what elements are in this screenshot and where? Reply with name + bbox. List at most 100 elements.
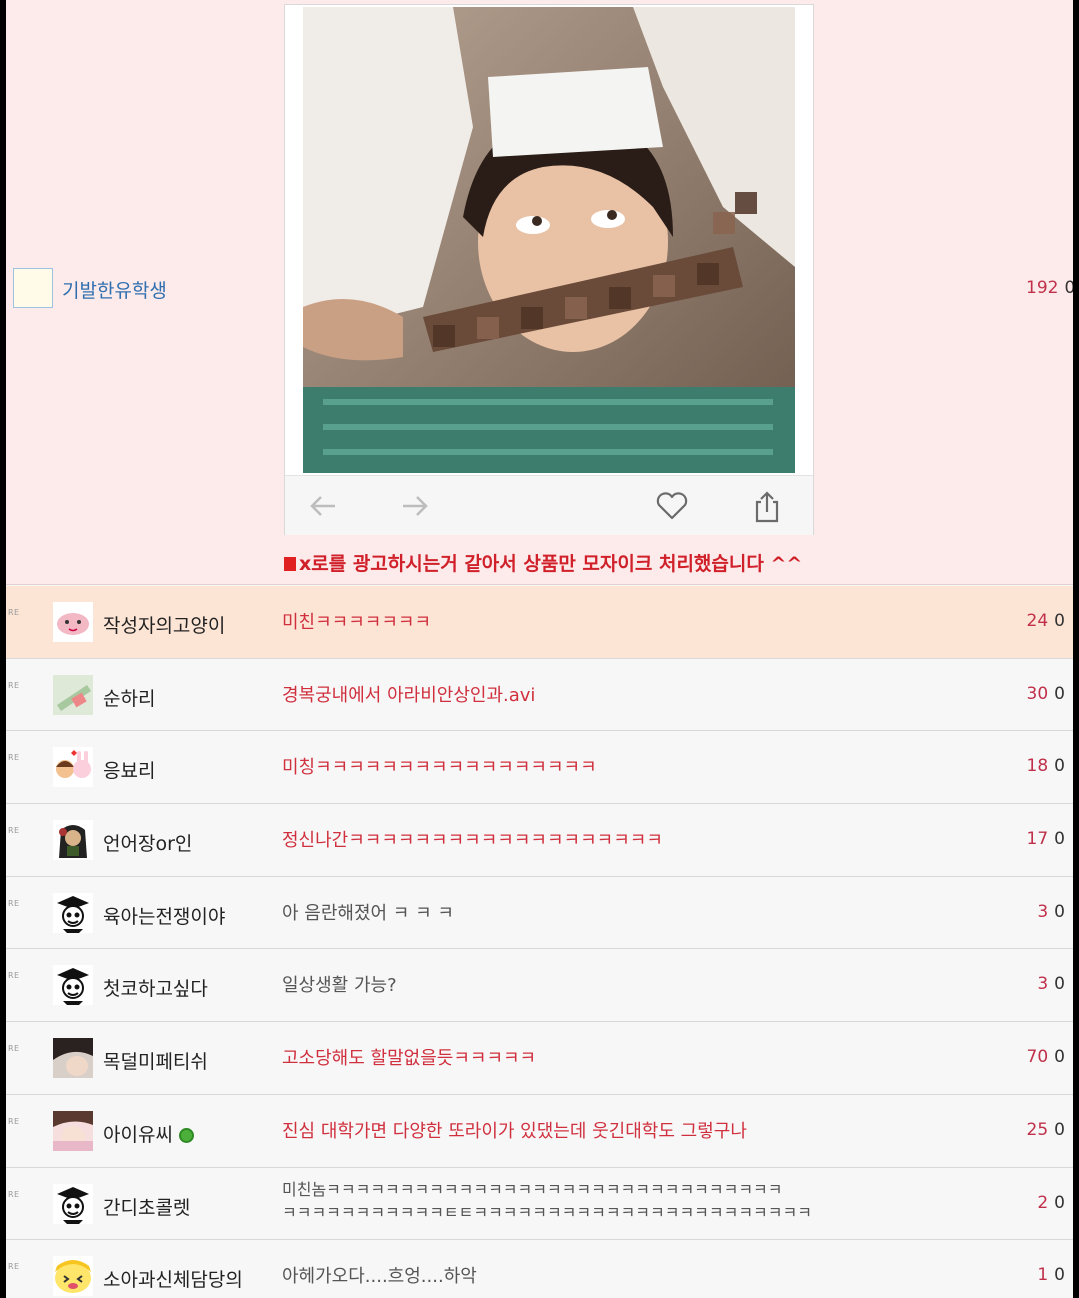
comment-row[interactable]: RE 순하리 경복궁내에서 아라비안상인과.avi 30 0 bbox=[6, 658, 1073, 732]
comment-text: 일상생활 가능? bbox=[282, 975, 397, 997]
comment-text-line: ㅋㅋㅋㅋㅋㅋㅋㅋㅋㅋㅋㅌㅌㅋㅋㅋㅋㅋㅋㅋㅋㅋㅋㅋㅋㅋㅋㅋㅋㅋㅋㅋㅋㅋㅋㅋ bbox=[282, 1202, 812, 1222]
cat-avatar-icon[interactable] bbox=[53, 602, 93, 642]
comment-text: 정신나간ㅋㅋㅋㅋㅋㅋㅋㅋㅋㅋㅋㅋㅋㅋㅋㅋㅋㅋㅋ bbox=[282, 830, 663, 852]
comment-author[interactable]: 간디초콜렛 bbox=[103, 1193, 190, 1220]
comment-author[interactable]: 소아과신체담당의 bbox=[103, 1265, 243, 1292]
comment-count-value: 70 bbox=[1026, 1047, 1049, 1068]
comment-author[interactable]: 첫코하고싶다 bbox=[103, 974, 208, 1001]
comment-author[interactable]: 작성자의고양이 bbox=[103, 611, 225, 638]
comment-row[interactable]: RE 간디초콜렛 미친놈ㅋㅋㅋㅋㅋㅋㅋㅋㅋㅋㅋㅋㅋㅋㅋㅋㅋㅋㅋㅋㅋㅋㅋㅋㅋㅋㅋㅋ… bbox=[6, 1167, 1073, 1241]
comment-text: 미친ㅋㅋㅋㅋㅋㅋㅋ bbox=[282, 612, 432, 633]
post-count: 192 bbox=[1026, 278, 1059, 298]
comment-count: 24 0 bbox=[1027, 611, 1065, 631]
comment-count-value: 1 bbox=[1037, 1265, 1049, 1286]
reply-marker: RE bbox=[8, 1262, 20, 1272]
comment-count: 10 bbox=[1037, 1265, 1065, 1285]
comment-count-value: 17 bbox=[1026, 829, 1049, 850]
comment-count-value: 3 bbox=[1037, 974, 1049, 995]
share-icon[interactable] bbox=[751, 490, 783, 523]
comment-count: 30 bbox=[1037, 902, 1065, 922]
red-square-icon bbox=[284, 557, 296, 571]
post-photo[interactable] bbox=[303, 7, 795, 473]
photo-avatar-icon[interactable] bbox=[53, 1110, 93, 1151]
comment-text: 미칭ㅋㅋㅋㅋㅋㅋㅋㅋㅋㅋㅋㅋㅋㅋㅋㅋㅋ bbox=[282, 757, 597, 779]
comment-count-zero: 0 bbox=[1054, 1192, 1065, 1213]
couple-avatar-icon[interactable] bbox=[53, 747, 93, 788]
comment-row[interactable]: RE 작성자의고양이 미친ㅋㅋㅋㅋㅋㅋㅋ 24 0 bbox=[6, 586, 1073, 659]
comment-text: 경복궁내에서 아라비안상인과.avi bbox=[282, 684, 536, 706]
character-avatar-icon[interactable] bbox=[53, 820, 93, 861]
comment-author[interactable]: 언어장or인 bbox=[103, 829, 192, 856]
comment-text: 아헤가오다....흐엉....하악 bbox=[282, 1266, 477, 1288]
post-counts: 192 0 bbox=[1026, 278, 1073, 298]
comment-count-zero: 0 bbox=[1054, 756, 1065, 777]
comment-count: 17 0 bbox=[1027, 829, 1065, 849]
comment-author[interactable]: 아이유씨 bbox=[103, 1120, 194, 1147]
comment-row[interactable]: RE 목덜미페티쉬 고소당해도 할말없을듯ㅋㅋㅋㅋㅋ 70 0 bbox=[6, 1022, 1073, 1095]
post-author[interactable]: 기발한유학생 bbox=[62, 276, 167, 303]
comment-count-zero: 0 bbox=[1054, 683, 1065, 704]
comment-text-line: 미친놈ㅋㅋㅋㅋㅋㅋㅋㅋㅋㅋㅋㅋㅋㅋㅋㅋㅋㅋㅋㅋㅋㅋㅋㅋㅋㅋㅋㅋㅋㅋㅋ bbox=[282, 1179, 783, 1199]
comment-count-zero: 0 bbox=[1054, 1047, 1065, 1068]
reply-marker: RE bbox=[8, 753, 20, 763]
comment-count: 30 bbox=[1037, 974, 1065, 994]
arrow-right-icon[interactable] bbox=[399, 490, 431, 522]
comment-row[interactable]: RE 응뵤리 미칭ㅋㅋㅋㅋㅋㅋㅋㅋㅋㅋㅋㅋㅋㅋㅋㅋㅋ 18 0 bbox=[6, 731, 1073, 805]
comment-count-zero: 0 bbox=[1054, 974, 1065, 995]
comment-count-zero: 0 bbox=[1054, 611, 1065, 631]
comment-author[interactable]: 목덜미페티쉬 bbox=[103, 1047, 208, 1074]
photo-avatar-icon[interactable] bbox=[53, 1038, 93, 1079]
viewer-toolbar bbox=[285, 475, 813, 535]
smiley-avatar-icon[interactable] bbox=[53, 1256, 93, 1297]
comment-text: 미친놈ㅋㅋㅋㅋㅋㅋㅋㅋㅋㅋㅋㅋㅋㅋㅋㅋㅋㅋㅋㅋㅋㅋㅋㅋㅋㅋㅋㅋㅋㅋㅋㅋㅋㅋㅋㅋㅋ… bbox=[282, 1178, 812, 1224]
comment-count-value: 24 bbox=[1026, 611, 1049, 631]
graduate-avatar-icon[interactable] bbox=[53, 892, 93, 933]
graduate-avatar-icon[interactable] bbox=[53, 965, 93, 1006]
comment-row[interactable]: RE 육아는전쟁이야 아 음란해졌어 ㅋ ㅋ ㅋ 30 bbox=[6, 876, 1073, 950]
comment-count-value: 18 bbox=[1026, 756, 1049, 777]
online-status-icon bbox=[178, 1127, 194, 1143]
comment-count: 30 0 bbox=[1027, 684, 1065, 704]
original-post: 기발한유학생 192 0 x로를 광고하시는거 같아서 상품만 모자이크 처리했… bbox=[6, 0, 1073, 585]
comment-row[interactable]: RE 소아과신체담당의 아헤가오다....흐엉....하악 10 bbox=[6, 1240, 1073, 1298]
comment-count: 25 0 bbox=[1027, 1120, 1065, 1140]
comment-author[interactable]: 응뵤리 bbox=[103, 756, 155, 783]
comment-row[interactable]: RE 아이유씨 진심 대학가면 다양한 또라이가 있댔는데 웃긴대학도 그렇구나… bbox=[6, 1094, 1073, 1168]
comment-count: 20 bbox=[1037, 1193, 1065, 1213]
comment-count-zero: 0 bbox=[1054, 829, 1065, 850]
reply-marker: RE bbox=[8, 826, 20, 836]
reply-marker: RE bbox=[8, 1189, 20, 1199]
notice-text: x로를 광고하시는거 같아서 상품만 모자이크 처리했습니다 ^^ bbox=[299, 553, 803, 575]
comment-count-zero: 0 bbox=[1054, 1119, 1065, 1140]
reply-marker: RE bbox=[8, 898, 20, 908]
comment-count-zero: 0 bbox=[1054, 901, 1065, 922]
comment-count-value: 30 bbox=[1026, 683, 1049, 704]
comment-count-value: 2 bbox=[1037, 1192, 1049, 1213]
comment-author[interactable]: 순하리 bbox=[103, 684, 155, 711]
comment-count-value: 25 bbox=[1026, 1119, 1049, 1140]
comment-text: 고소당해도 할말없을듯ㅋㅋㅋㅋㅋ bbox=[282, 1048, 537, 1070]
comment-author[interactable]: 육아는전쟁이야 bbox=[103, 902, 225, 929]
comment-count: 70 0 bbox=[1027, 1047, 1065, 1067]
comment-row[interactable]: RE 언어장or인 정신나간ㅋㅋㅋㅋㅋㅋㅋㅋㅋㅋㅋㅋㅋㅋㅋㅋㅋㅋㅋ 17 0 bbox=[6, 804, 1073, 877]
comment-count-zero: 0 bbox=[1054, 1265, 1065, 1286]
arrow-left-icon[interactable] bbox=[307, 490, 339, 522]
heart-icon[interactable] bbox=[655, 490, 688, 522]
comment-author-name: 아이유씨 bbox=[103, 1123, 173, 1146]
image-viewer bbox=[284, 4, 814, 535]
comment-count-value: 3 bbox=[1037, 901, 1049, 922]
reply-marker: RE bbox=[8, 1044, 20, 1054]
page-frame: 기발한유학생 192 0 x로를 광고하시는거 같아서 상품만 모자이크 처리했… bbox=[6, 0, 1073, 1298]
comment-text: 아 음란해졌어 ㅋ ㅋ ㅋ bbox=[282, 902, 454, 924]
post-count-zero: 0 bbox=[1064, 278, 1073, 298]
comment-row[interactable]: RE 첫코하고싶다 일상생활 가능? 30 bbox=[6, 949, 1073, 1023]
post-notice: x로를 광고하시는거 같아서 상품만 모자이크 처리했습니다 ^^ bbox=[284, 549, 802, 576]
reply-marker: RE bbox=[8, 680, 20, 690]
graduate-avatar-icon[interactable] bbox=[53, 1183, 93, 1224]
reply-marker: RE bbox=[8, 608, 20, 617]
bottle-avatar-icon[interactable] bbox=[53, 674, 93, 715]
author-avatar[interactable] bbox=[13, 268, 53, 308]
reply-marker: RE bbox=[8, 1116, 20, 1126]
reply-marker: RE bbox=[8, 971, 20, 981]
comment-list: RE 작성자의고양이 미친ㅋㅋㅋㅋㅋㅋㅋ 24 0 RE 순하리 경복궁내에서 아… bbox=[6, 586, 1073, 1298]
